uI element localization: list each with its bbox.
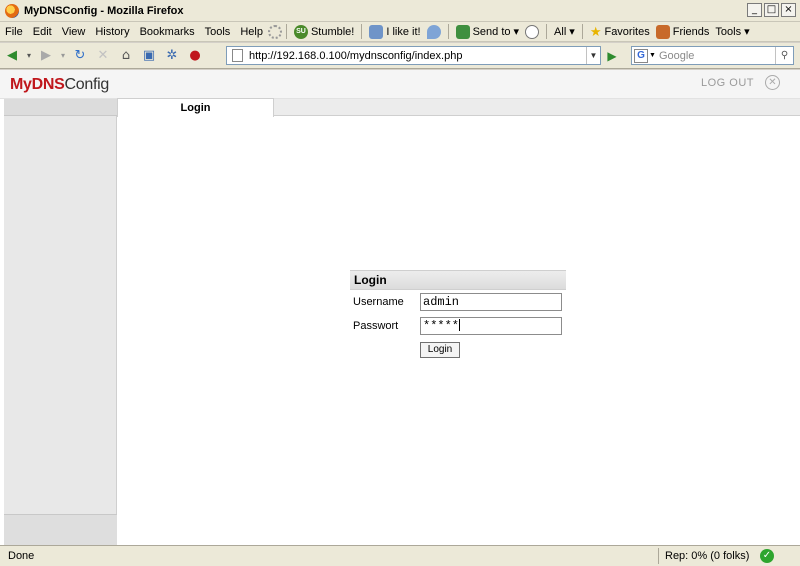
url-dropdown-icon[interactable]: ▼	[586, 47, 600, 64]
google-icon[interactable]: G	[634, 48, 648, 63]
stop-button[interactable]: ✕	[92, 46, 114, 66]
star-icon: ★	[589, 23, 602, 39]
sidebar	[4, 116, 117, 545]
logo-my: My	[10, 76, 32, 93]
thumbs-down-icon	[426, 24, 441, 39]
dislike-button[interactable]	[424, 24, 444, 39]
menu-history[interactable]: History	[90, 26, 134, 38]
separator	[447, 24, 449, 39]
speech-bubble-icon	[525, 24, 540, 39]
username-field[interactable]: admin	[420, 293, 562, 311]
app-logo: MyDNSConfig	[10, 76, 109, 94]
username-row: Username admin	[350, 290, 566, 314]
page-viewport: MyDNSConfig LOG OUT ✕ Login Login Userna…	[0, 70, 800, 545]
send-icon	[455, 24, 470, 39]
like-button[interactable]: I like it!	[366, 24, 423, 39]
forward-button[interactable]: ▶	[35, 46, 57, 66]
logo-config: Config	[64, 76, 110, 93]
favorites-button[interactable]: ★ Favorites	[587, 23, 653, 39]
menu-view[interactable]: View	[57, 26, 91, 38]
toolbar-tools-label: Tools	[715, 25, 742, 38]
maximize-button[interactable]: □	[764, 3, 779, 17]
send-to-label: Send to	[472, 25, 511, 38]
menu-tools[interactable]: Tools	[200, 26, 236, 38]
separator	[581, 24, 583, 39]
friends-button[interactable]: Friends	[653, 24, 713, 39]
stumbleupon-icon: SU	[293, 24, 308, 39]
logout-link[interactable]: LOG OUT	[701, 77, 754, 89]
throbber-icon	[267, 24, 282, 39]
text-caret	[459, 319, 461, 331]
password-value: *****	[423, 319, 460, 333]
separator	[285, 24, 287, 39]
status-bar: Done Rep: 0% (0 folks) ✓	[0, 545, 800, 566]
login-panel: Login Username admin Passwort ***** Logi…	[350, 270, 566, 362]
stumble-label: Stumble!	[310, 25, 355, 38]
window-controls: _ □ ×	[747, 3, 796, 17]
checkmark-icon[interactable]: ✓	[760, 549, 774, 563]
menu-bookmarks[interactable]: Bookmarks	[135, 26, 200, 38]
back-history-icon[interactable]: ▾	[24, 46, 34, 66]
password-row: Passwort *****	[350, 314, 566, 338]
close-circle-icon[interactable]: ✕	[765, 75, 780, 90]
home-button[interactable]: ⌂	[115, 46, 137, 66]
separator	[546, 24, 548, 39]
search-icon[interactable]: ⚲	[775, 47, 793, 64]
address-bar[interactable]: http://192.168.0.100/mydnsconfig/index.p…	[226, 46, 601, 65]
friends-label: Friends	[672, 25, 710, 38]
send-to-button[interactable]: Send to ▾	[453, 24, 522, 39]
menu-edit[interactable]: Edit	[28, 26, 57, 38]
menu-file[interactable]: File	[0, 26, 28, 38]
username-label: Username	[353, 296, 404, 308]
sidebar-header	[4, 99, 117, 116]
status-text: Done	[8, 550, 35, 562]
page-icon	[232, 49, 243, 62]
thumbs-up-icon	[369, 24, 384, 39]
title-bar: MyDNSConfig - Mozilla Firefox _ □ ×	[0, 0, 800, 22]
chevron-down-icon: ▾	[744, 26, 750, 38]
search-bar[interactable]: G ▼ Google ⚲	[631, 46, 794, 65]
stumble-button[interactable]: SU Stumble!	[291, 24, 357, 39]
chevron-down-icon: ▾	[513, 26, 520, 38]
gear-icon[interactable]: ✲	[161, 46, 183, 66]
separator	[361, 24, 363, 39]
logo-dns: DNS	[31, 76, 65, 93]
url-text[interactable]: http://192.168.0.100/mydnsconfig/index.p…	[249, 50, 462, 62]
favorites-label: Favorites	[604, 25, 650, 38]
all-dropdown[interactable]: All ▾	[551, 25, 578, 39]
login-button[interactable]: Login	[420, 342, 460, 358]
password-label: Passwort	[353, 320, 399, 332]
minimize-button[interactable]: _	[747, 3, 762, 17]
navigation-bar: ◀ ▾ ▶ ▾ ↻ ✕ ⌂ ▣ ✲ ● http://192.168.0.100…	[0, 43, 800, 69]
friends-icon	[655, 24, 670, 39]
app-header: MyDNSConfig LOG OUT ✕	[0, 70, 800, 99]
login-header: Login	[350, 270, 566, 290]
window-title: MyDNSConfig - Mozilla Firefox	[24, 4, 184, 17]
button-row: Login	[350, 338, 566, 362]
menu-help[interactable]: Help	[235, 26, 268, 38]
bookmark-page-icon[interactable]: ▣	[138, 46, 160, 66]
password-field[interactable]: *****	[420, 317, 562, 335]
comment-button[interactable]	[522, 24, 542, 39]
tab-login[interactable]: Login	[117, 98, 274, 117]
like-label: I like it!	[386, 25, 421, 38]
close-button[interactable]: ×	[781, 3, 796, 17]
reload-button[interactable]: ↻	[69, 46, 91, 66]
addon-icon[interactable]: ●	[184, 46, 206, 66]
reputation-status[interactable]: Rep: 0% (0 folks)	[658, 548, 750, 564]
search-input[interactable]: Google	[659, 50, 775, 62]
go-button[interactable]: ▶	[604, 48, 620, 64]
all-label: All	[554, 25, 567, 38]
firefox-icon	[5, 3, 19, 18]
chevron-down-icon[interactable]: ▼	[649, 52, 656, 59]
sidebar-footer	[4, 514, 117, 545]
back-button[interactable]: ◀	[1, 46, 23, 66]
chevron-down-icon: ▾	[569, 26, 575, 38]
toolbar-tools-button[interactable]: Tools ▾	[712, 25, 752, 39]
menu-bar: File Edit View History Bookmarks Tools H…	[0, 22, 800, 42]
forward-history-icon[interactable]: ▾	[58, 46, 68, 66]
